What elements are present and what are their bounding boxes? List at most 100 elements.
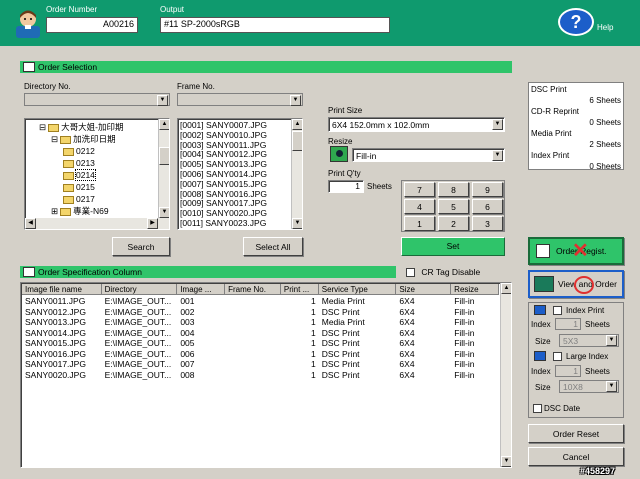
chevron-down-icon[interactable]: ▼ <box>606 381 617 392</box>
column-header[interactable]: Image ... <box>177 284 226 295</box>
keypad-button-4[interactable]: 4 <box>404 199 435 214</box>
sheets-label: Sheets <box>367 182 392 191</box>
table-row[interactable]: SANY0015.JPG E:\IMAGE_OUT... 005 1 DSC Print… <box>22 338 499 349</box>
tree-item[interactable]: ⊟ 大哥大姐-加印期 <box>27 121 157 133</box>
column-header[interactable]: Print ... <box>280 284 319 295</box>
folder-icon <box>48 123 60 132</box>
cancel-button[interactable]: Cancel <box>528 447 624 466</box>
table-row[interactable]: SANY0011.JPG E:\IMAGE_OUT... 001 1 Media Pri… <box>22 296 499 307</box>
table-cell: 6X4 <box>399 359 415 369</box>
index-print-checkbox[interactable] <box>553 306 562 315</box>
index-print-icon <box>534 305 546 315</box>
scroll-thumb[interactable] <box>292 131 302 151</box>
column-header[interactable]: Resize <box>451 284 499 295</box>
index-sheets-label: Sheets <box>585 320 610 329</box>
order-reset-button[interactable]: Order Reset <box>528 424 624 443</box>
tree-scrollbar[interactable]: ▲ ▼ <box>158 119 169 218</box>
tree-hscrollbar[interactable]: ◀ ▶ <box>25 218 169 229</box>
select-all-button[interactable]: Select All <box>243 237 303 256</box>
column-header[interactable]: Size <box>396 284 452 295</box>
column-header[interactable]: Directory <box>101 284 178 295</box>
scroll-up-icon[interactable]: ▲ <box>292 119 302 130</box>
chevron-down-icon[interactable]: ▼ <box>290 95 301 106</box>
scroll-down-icon[interactable]: ▼ <box>159 207 169 218</box>
print-size-select[interactable]: 6X4 152.0mm x 102.0mm ▼ <box>328 117 505 132</box>
checkbox-box[interactable] <box>406 268 415 278</box>
table-cell: E:\IMAGE_OUT... <box>104 359 172 369</box>
search-button[interactable]: Search <box>112 237 170 256</box>
keypad-button-6[interactable]: 6 <box>472 199 503 214</box>
list-item[interactable]: [0011] SANY0023.JPG <box>180 218 290 229</box>
table-cell: Fill-in <box>454 306 475 317</box>
tree-item[interactable]: ⊟ 加洗印日期 <box>27 133 157 145</box>
directory-select[interactable]: ▼ <box>24 93 170 106</box>
directory-tree[interactable]: ⊟ 大哥大姐-加印期 ⊟ 加洗印日期 0212 0213 0214 0215 0217 ⊞ 專業-N… <box>24 118 170 230</box>
file-scrollbar[interactable]: ▲ ▼ <box>291 119 302 229</box>
keypad-button-3[interactable]: 3 <box>472 216 503 231</box>
output-field[interactable]: #11 SP-2000sRGB <box>160 17 390 33</box>
scroll-down-icon[interactable]: ▼ <box>501 456 511 467</box>
large-index-count-field[interactable]: 1 <box>555 365 581 377</box>
tree-item-label: 0213 <box>76 158 95 168</box>
cr-tag-checkbox[interactable]: CR Tag Disable <box>406 267 480 278</box>
set-button[interactable]: Set <box>401 237 505 256</box>
table-row[interactable]: SANY0016.JPG E:\IMAGE_OUT... 006 1 DSC Print… <box>22 349 499 360</box>
tree-item[interactable]: 0213 <box>27 157 157 169</box>
help-icon: ? <box>558 8 594 36</box>
table-row[interactable]: SANY0014.JPG E:\IMAGE_OUT... 004 1 DSC Print… <box>22 328 499 339</box>
keypad-button-5[interactable]: 5 <box>438 199 469 214</box>
frame-file-list[interactable]: [0001] SANY0007.JPG [0002] SANY0010.JPG [0… <box>177 118 303 230</box>
directory-label: Directory No. <box>24 82 71 91</box>
table-icon <box>23 267 35 277</box>
tree-item[interactable]: 0214 <box>27 169 157 181</box>
scroll-right-icon[interactable]: ▶ <box>147 218 158 229</box>
keypad-button-1[interactable]: 1 <box>404 216 435 231</box>
print-size-label: Print Size <box>328 106 363 115</box>
print-qty-input[interactable]: 1 <box>328 180 364 193</box>
order-number-field[interactable]: A00216 <box>46 17 138 33</box>
tree-item[interactable]: 0215 <box>27 181 157 193</box>
tree-item-label: 加洗印日期 <box>73 134 116 144</box>
table-row[interactable]: SANY0012.JPG E:\IMAGE_OUT... 002 1 DSC Print… <box>22 307 499 318</box>
tree-item[interactable]: 0217 <box>27 193 157 205</box>
help-label: Help <box>597 23 614 32</box>
scroll-up-icon[interactable]: ▲ <box>501 283 511 294</box>
table-row[interactable]: SANY0013.JPG E:\IMAGE_OUT... 003 1 Media Pri… <box>22 317 499 328</box>
tree-expander-icon[interactable]: ⊟ <box>51 134 58 144</box>
keypad-button-8[interactable]: 8 <box>438 182 469 197</box>
tree-expander-icon[interactable]: ⊟ <box>39 122 46 132</box>
large-index-size-select[interactable]: 10X8 ▼ <box>559 380 619 393</box>
view-and-order-button[interactable]: View and Order <box>528 270 624 298</box>
chevron-down-icon[interactable]: ▼ <box>157 95 168 106</box>
tree-expander-icon[interactable]: ⊞ <box>51 206 58 216</box>
chevron-down-icon[interactable]: ▼ <box>606 335 617 346</box>
frame-select[interactable]: ▼ <box>177 93 303 106</box>
keypad-button-7[interactable]: 7 <box>404 182 435 197</box>
column-header[interactable]: Service Type <box>318 284 397 295</box>
keypad-button-9[interactable]: 9 <box>472 182 503 197</box>
table-row[interactable]: SANY0020.JPG E:\IMAGE_OUT... 008 1 DSC Print… <box>22 370 499 381</box>
order-regist-button[interactable]: Order Regist. ✕ <box>528 237 624 265</box>
dsc-date-checkbox[interactable] <box>533 404 542 413</box>
keypad-button-2[interactable]: 2 <box>438 216 469 231</box>
table-row[interactable]: SANY0017.JPG E:\IMAGE_OUT... 007 1 DSC Print… <box>22 359 499 370</box>
table-cell: E:\IMAGE_OUT... <box>104 327 172 338</box>
print-qty-label: Print Q'ty <box>328 169 361 178</box>
chevron-down-icon[interactable]: ▼ <box>492 150 503 161</box>
tree-item[interactable]: ⊞ 專業-N69 <box>27 205 157 217</box>
scroll-down-icon[interactable]: ▼ <box>292 218 302 229</box>
scroll-left-icon[interactable]: ◀ <box>25 218 36 229</box>
column-header[interactable]: Image file name <box>22 284 102 295</box>
spec-scrollbar[interactable]: ▲ ▼ <box>500 283 511 467</box>
index-count-field[interactable]: 1 <box>555 318 581 330</box>
index-size-select[interactable]: 5X3 ▼ <box>559 334 619 347</box>
tree-item[interactable]: 0212 <box>27 145 157 157</box>
column-header[interactable]: Frame No. <box>225 284 281 295</box>
help-button[interactable]: ? Help <box>558 8 628 38</box>
order-spec-table[interactable]: Image file name Directory Image ... Frame N… <box>20 282 512 468</box>
resize-select[interactable]: Fill-in ▼ <box>352 148 505 162</box>
chevron-down-icon[interactable]: ▼ <box>492 119 503 130</box>
large-index-checkbox[interactable] <box>553 352 562 361</box>
scroll-up-icon[interactable]: ▲ <box>159 119 169 130</box>
scroll-thumb[interactable] <box>159 147 169 165</box>
